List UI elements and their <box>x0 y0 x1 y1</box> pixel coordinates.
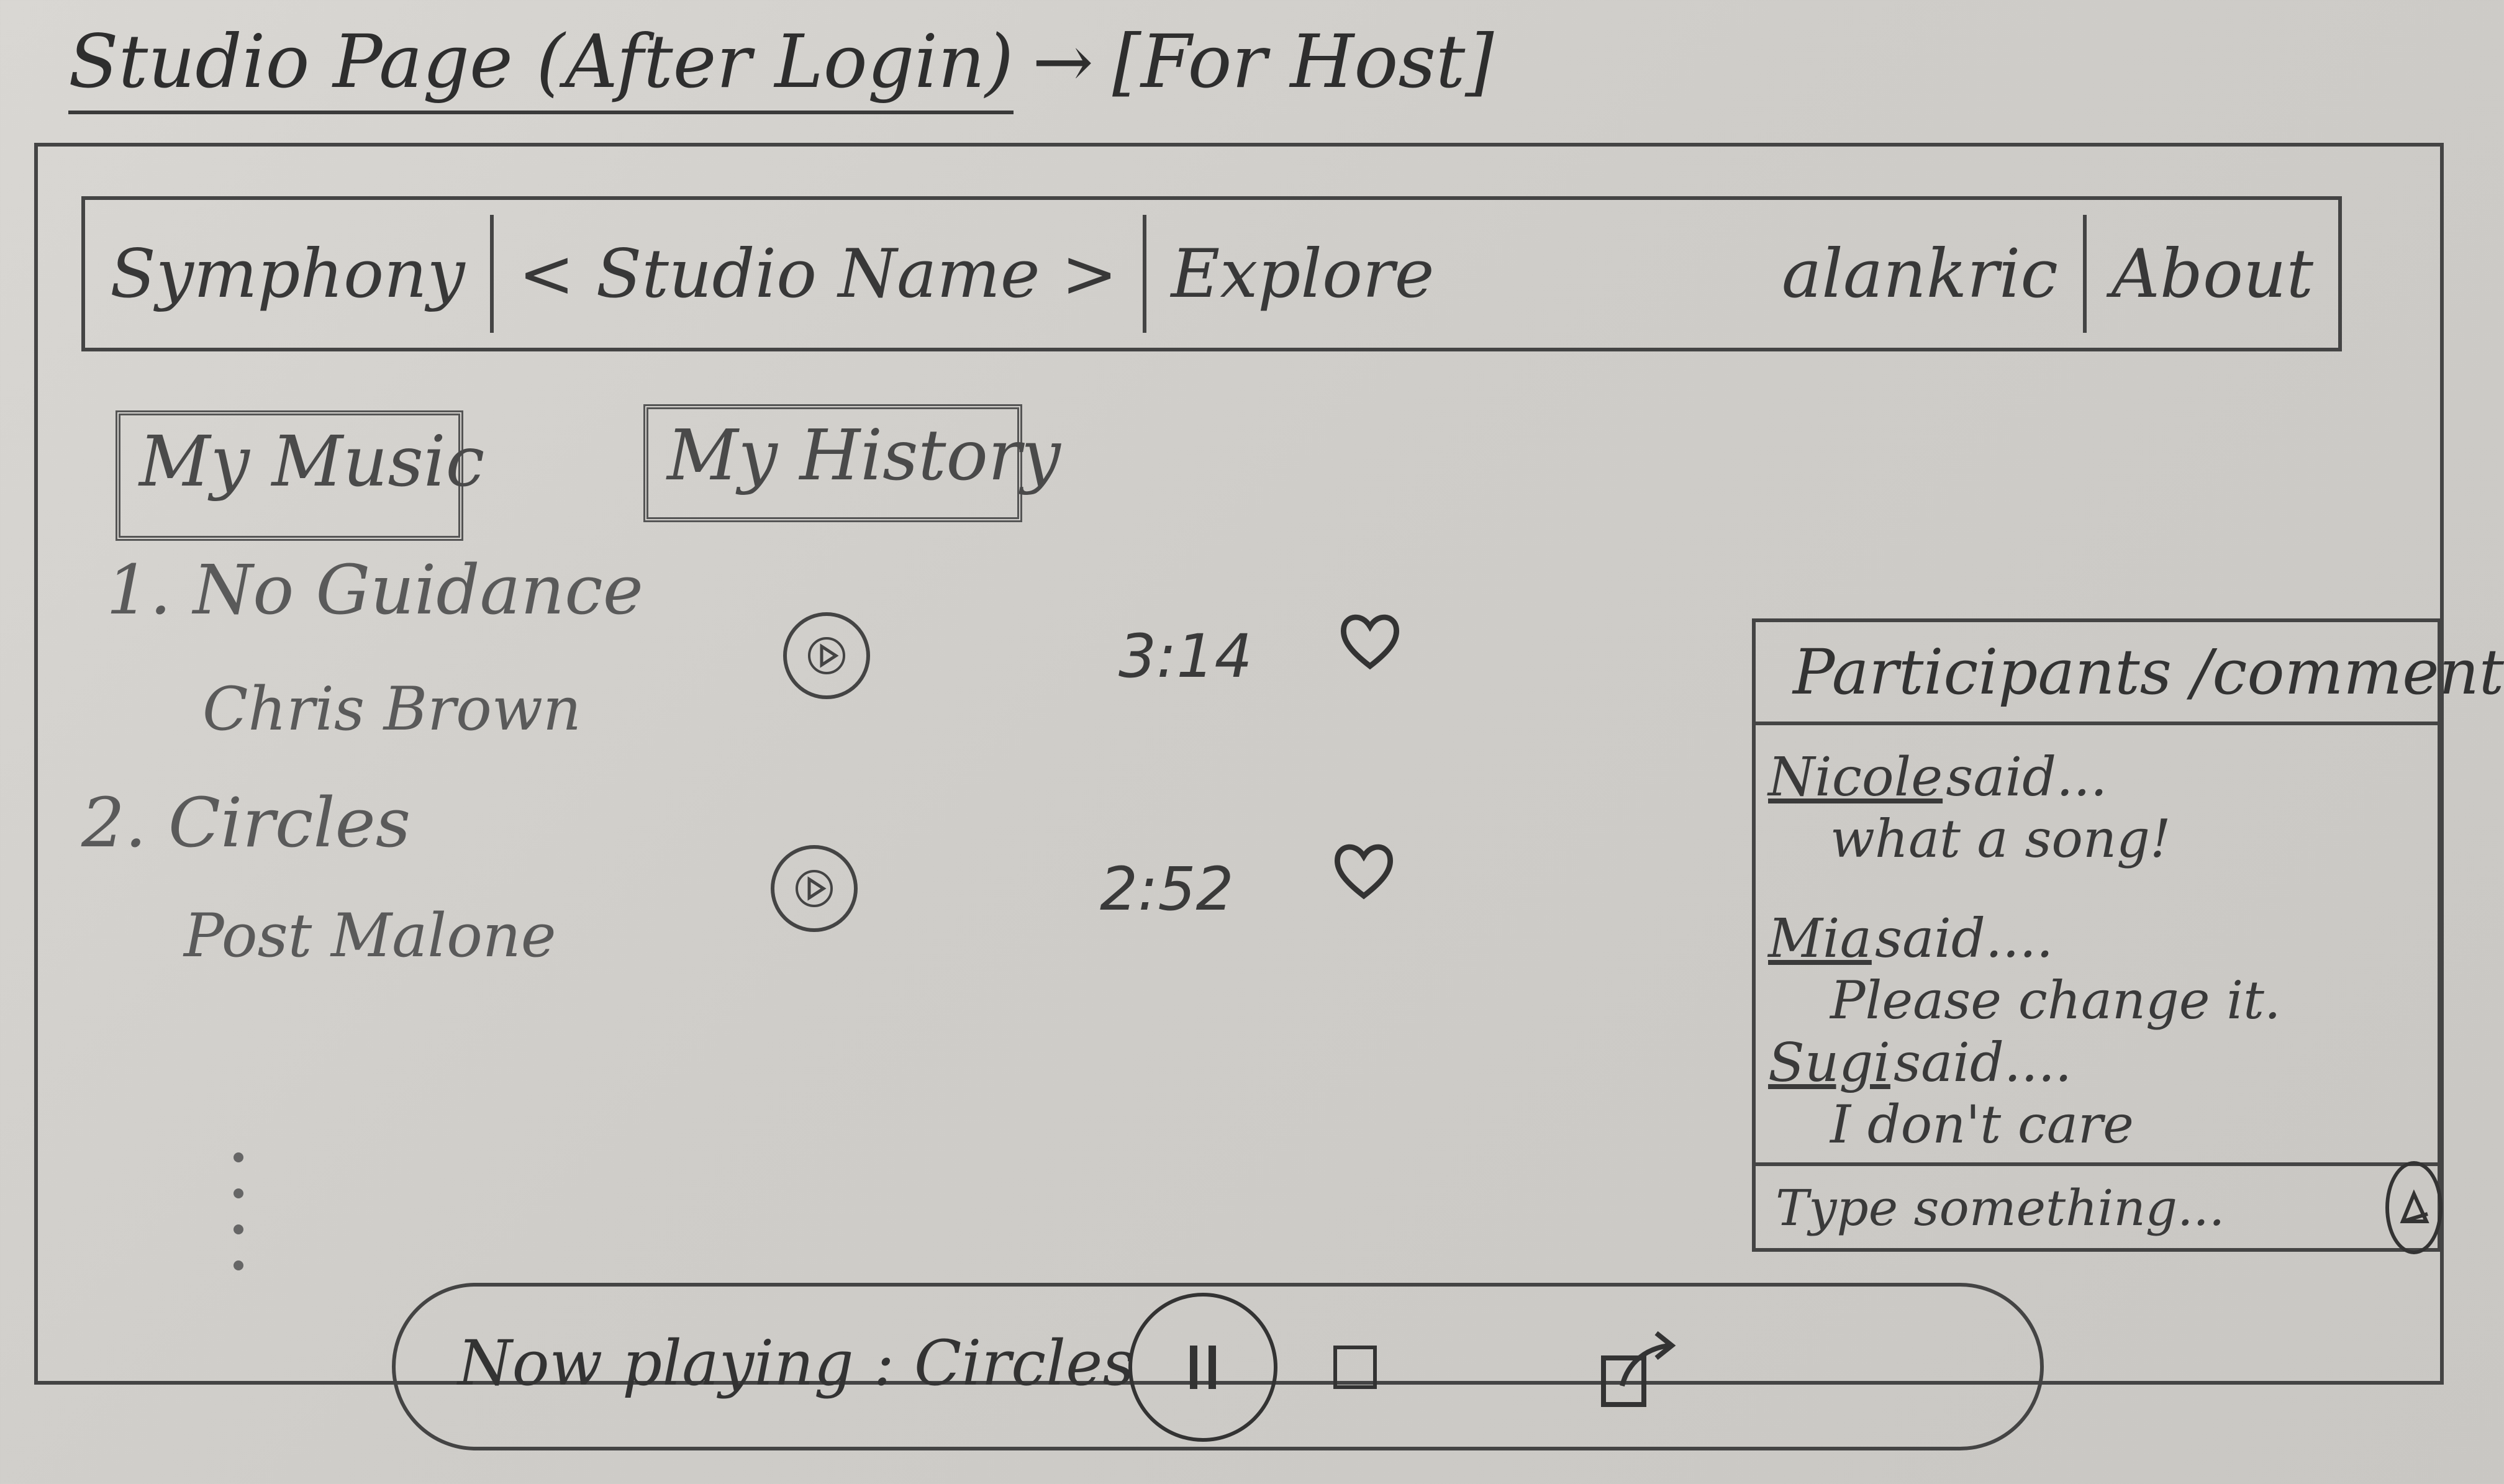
comment-input[interactable] <box>1774 1173 2385 1242</box>
comment-said: said... <box>1946 746 2108 808</box>
pause-button[interactable] <box>1128 1293 1277 1442</box>
song-artist: Chris Brown <box>202 674 581 744</box>
comment-author[interactable]: Sugi <box>1768 1032 1890 1094</box>
play-button[interactable] <box>783 612 870 699</box>
comments-panel: Participants /comments Nicole said... wh… <box>1752 618 2504 1254</box>
tab-my-history[interactable]: My History <box>643 404 1061 522</box>
heart-icon[interactable] <box>1330 836 1398 904</box>
tab-my-music[interactable]: My Music <box>116 410 484 541</box>
play-button[interactable] <box>771 845 858 932</box>
send-icon <box>2400 1189 2429 1223</box>
nav-studio-name[interactable]: < Studio Name > <box>494 235 1143 313</box>
play-icon <box>796 870 833 907</box>
song-artist: Post Malone <box>184 901 556 970</box>
send-button[interactable] <box>2385 1161 2443 1254</box>
song-title-text: Circles <box>168 783 411 862</box>
comment-text: Please change it. <box>1830 970 2281 1031</box>
more-items-ellipsis <box>234 1152 246 1296</box>
page-title-arrow: → <box>1032 19 1094 104</box>
browser-frame: Symphony < Studio Name > Explore alankri… <box>34 143 2504 1450</box>
page-title: Studio Page (After Login) → [For Host] <box>68 19 1494 114</box>
share-button[interactable] <box>1594 1324 1687 1417</box>
comment-text: what a song! <box>1830 808 2171 869</box>
comments-header[interactable]: Participants /comments <box>1756 622 2504 725</box>
comment-item: Mia said.... Please change it. <box>1768 908 2281 1031</box>
song-index: 1. <box>106 550 171 630</box>
comment-author[interactable]: Mia <box>1768 908 1872 970</box>
comment-said: said.... <box>1874 908 2054 970</box>
song-title: 1. No Guidance <box>106 550 643 630</box>
song-index: 2. <box>81 783 147 862</box>
song-duration: 3:14 <box>1118 622 1253 691</box>
page-title-suffix: [For Host] <box>1112 19 1494 104</box>
nav-explore[interactable]: Explore <box>1146 235 1459 313</box>
comment-input-row <box>1756 1161 2443 1254</box>
nav-username[interactable]: alankric <box>1757 235 2083 313</box>
comment-item: Sugi said.... I don't care <box>1768 1032 2134 1155</box>
share-icon <box>1601 1331 1676 1407</box>
play-icon <box>808 637 845 674</box>
comment-text: I don't care <box>1830 1094 2134 1155</box>
now-playing-label: Now playing : Circles <box>458 1327 1135 1400</box>
stop-button[interactable] <box>1333 1346 1377 1389</box>
nav-about[interactable]: About <box>2087 235 2338 313</box>
pause-icon <box>1190 1346 1216 1389</box>
now-playing-bar: Now playing : Circles <box>392 1283 2044 1450</box>
song-title: 2. Circles <box>81 783 411 862</box>
song-duration: 2:52 <box>1100 854 1234 924</box>
comment-item: Nicole said... what a song! <box>1768 746 2171 869</box>
comment-author[interactable]: Nicole <box>1768 746 1943 808</box>
navbar: Symphony < Studio Name > Explore alankri… <box>81 196 2342 351</box>
nav-brand[interactable]: Symphony <box>85 235 490 313</box>
song-title-text: No Guidance <box>193 550 643 630</box>
page-title-main: Studio Page (After Login) <box>68 19 1014 114</box>
heart-icon[interactable] <box>1336 606 1404 674</box>
comment-said: said.... <box>1893 1032 2072 1094</box>
